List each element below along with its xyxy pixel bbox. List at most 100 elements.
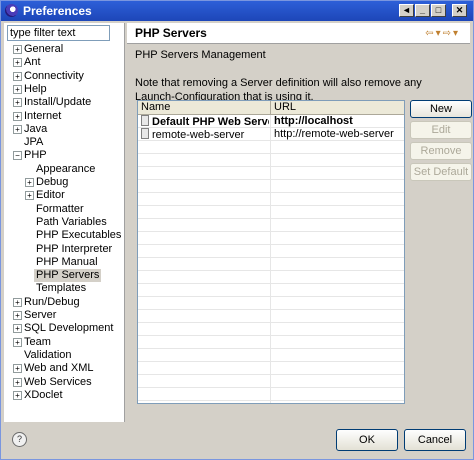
tree-item[interactable]: + General bbox=[4, 43, 125, 56]
empty-table-row bbox=[138, 336, 404, 349]
tree-item-label: Team bbox=[24, 335, 51, 348]
tree-item[interactable]: + Web and XML bbox=[4, 362, 125, 375]
collapse-icon[interactable]: − bbox=[13, 151, 22, 161]
tree-item-label: PHP Servers bbox=[34, 269, 102, 283]
tree-item-label: Formatter bbox=[36, 202, 84, 215]
server-name-cell: remote-web-server bbox=[141, 128, 269, 140]
tree-item[interactable]: + Help bbox=[4, 83, 125, 96]
tree-item[interactable]: Validation bbox=[4, 349, 125, 362]
tree-item[interactable]: + SQL Development bbox=[4, 322, 125, 335]
tree-item[interactable]: + Team bbox=[4, 336, 125, 349]
tree-item[interactable]: Templates bbox=[4, 282, 125, 295]
expand-icon[interactable]: + bbox=[13, 297, 22, 307]
tree-item[interactable]: Appearance bbox=[4, 163, 125, 176]
expand-icon[interactable]: + bbox=[25, 178, 34, 187]
expand-icon[interactable]: + bbox=[13, 377, 22, 387]
servers-table: Name URL Default PHP Web Server(... http:… bbox=[137, 100, 405, 404]
empty-table-row bbox=[138, 310, 404, 323]
expand-icon[interactable]: + bbox=[13, 111, 22, 121]
tree-item-label: Path Variables bbox=[36, 215, 107, 228]
tree-item-label: PHP bbox=[24, 149, 47, 162]
tree-item[interactable]: + Connectivity bbox=[4, 70, 125, 83]
tree-item-label: XDoclet bbox=[24, 388, 63, 401]
empty-table-row bbox=[138, 154, 404, 167]
empty-table-row bbox=[138, 167, 404, 180]
tree-item[interactable]: + Internet bbox=[4, 110, 125, 123]
title-bar[interactable]: Preferences ◄ _ □ ✕ bbox=[1, 1, 473, 21]
window-title: Preferences bbox=[23, 4, 92, 18]
ok-button[interactable]: OK bbox=[336, 429, 398, 451]
tree-item[interactable]: PHP Executables bbox=[4, 229, 125, 242]
empty-table-row bbox=[138, 271, 404, 284]
expand-icon[interactable]: + bbox=[13, 324, 22, 334]
edit-button[interactable]: Edit bbox=[410, 121, 472, 139]
expand-icon[interactable]: + bbox=[13, 84, 22, 94]
tree-item[interactable]: + Editor bbox=[4, 189, 125, 202]
table-row[interactable]: remote-web-server http://remote-web-serve… bbox=[138, 128, 404, 141]
tree-item[interactable]: PHP Manual bbox=[4, 256, 125, 269]
column-header-url[interactable]: URL bbox=[271, 101, 404, 114]
empty-table-row bbox=[138, 388, 404, 401]
server-icon bbox=[141, 115, 149, 126]
filter-input[interactable] bbox=[7, 25, 110, 41]
tree-item[interactable]: + Ant bbox=[4, 56, 125, 69]
tree-item[interactable]: + Web Services bbox=[4, 376, 125, 389]
server-name: Default PHP Web Server(... bbox=[152, 116, 269, 127]
tree-item[interactable]: JPA bbox=[4, 136, 125, 149]
table-row[interactable]: Default PHP Web Server(... http://localho… bbox=[138, 115, 404, 128]
server-icon bbox=[141, 128, 149, 139]
close-button[interactable]: ✕ bbox=[452, 4, 467, 17]
empty-table-row bbox=[138, 180, 404, 193]
empty-table-row bbox=[138, 232, 404, 245]
tree-item[interactable]: + Server bbox=[4, 309, 125, 322]
expand-icon[interactable]: + bbox=[13, 71, 22, 81]
dialog-footer: ? OK Cancel bbox=[1, 424, 473, 459]
maximize-button[interactable]: □ bbox=[431, 4, 446, 17]
column-header-name[interactable]: Name bbox=[138, 101, 271, 114]
remove-button[interactable]: Remove bbox=[410, 142, 472, 160]
tree-item-label: Appearance bbox=[36, 162, 96, 175]
tree-item[interactable]: PHP Servers bbox=[4, 269, 125, 283]
tree-item[interactable]: + Run/Debug bbox=[4, 296, 125, 309]
tree-item-label: Editor bbox=[36, 189, 65, 202]
cancel-button[interactable]: Cancel bbox=[404, 429, 466, 451]
empty-table-row bbox=[138, 193, 404, 206]
expand-icon[interactable]: + bbox=[13, 364, 22, 374]
tree-item-label: Web Services bbox=[24, 375, 92, 388]
expand-icon[interactable]: + bbox=[13, 124, 22, 134]
minimize-button[interactable]: _ bbox=[415, 4, 430, 17]
eclipse-icon bbox=[5, 4, 18, 17]
empty-table-row bbox=[138, 284, 404, 297]
expand-icon[interactable]: + bbox=[13, 390, 22, 400]
empty-table-row bbox=[138, 141, 404, 154]
expand-icon[interactable]: + bbox=[13, 311, 22, 320]
tree-item-label: PHP Executables bbox=[36, 229, 122, 242]
empty-table-row bbox=[138, 349, 404, 362]
tree-item[interactable]: − PHP bbox=[4, 149, 125, 162]
tree-item[interactable]: + Install/Update bbox=[4, 96, 125, 109]
help-icon[interactable]: ? bbox=[12, 432, 27, 447]
empty-table-row bbox=[138, 297, 404, 310]
expand-icon[interactable]: + bbox=[13, 98, 22, 108]
set-default-button[interactable]: Set Default bbox=[410, 163, 472, 181]
page-header: PHP Servers ⇦▾⇨▾ bbox=[127, 23, 470, 44]
tree-item[interactable]: Formatter bbox=[4, 203, 125, 216]
expand-icon[interactable]: + bbox=[25, 191, 34, 201]
tree-item-label: Install/Update bbox=[24, 96, 92, 109]
tree-item-label: Internet bbox=[24, 109, 62, 122]
tree-item[interactable]: + Java bbox=[4, 123, 125, 136]
empty-table-row bbox=[138, 375, 404, 388]
tree-item-label: PHP Manual bbox=[36, 255, 98, 268]
tree-item[interactable]: PHP Interpreter bbox=[4, 243, 125, 256]
tree-item-label: SQL Development bbox=[24, 322, 114, 335]
server-url-cell: http://remote-web-server bbox=[274, 128, 394, 140]
new-button[interactable]: New bbox=[410, 100, 472, 118]
expand-icon[interactable]: + bbox=[13, 45, 22, 54]
back-button[interactable]: ◄ bbox=[399, 4, 414, 17]
tree-item[interactable]: + XDoclet bbox=[4, 389, 125, 402]
tree-item[interactable]: + Debug bbox=[4, 176, 125, 189]
history-nav-icons[interactable]: ⇦▾⇨▾ bbox=[425, 28, 460, 39]
expand-icon[interactable]: + bbox=[13, 58, 22, 68]
expand-icon[interactable]: + bbox=[13, 337, 22, 347]
tree-item[interactable]: Path Variables bbox=[4, 216, 125, 229]
